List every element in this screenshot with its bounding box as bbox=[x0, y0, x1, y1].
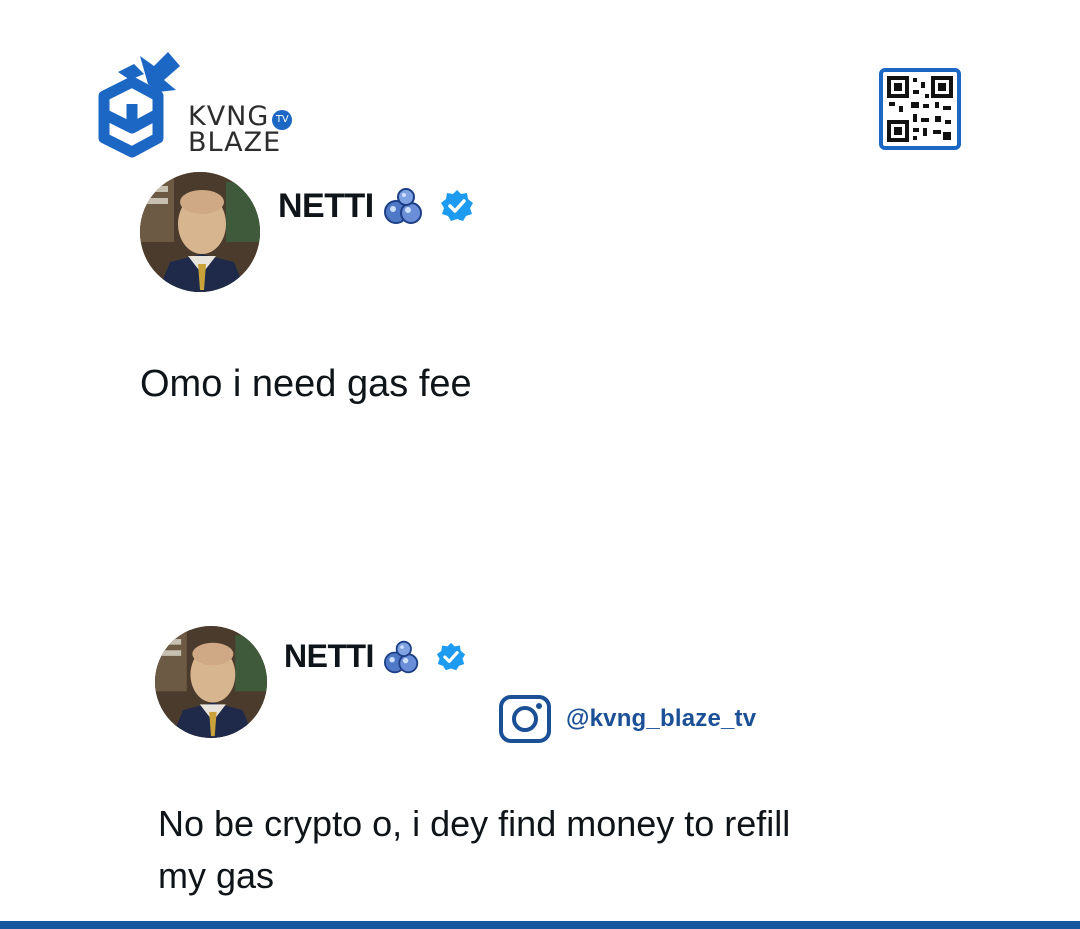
qr-code-icon[interactable] bbox=[879, 68, 961, 150]
verified-icon bbox=[436, 642, 466, 670]
avatar[interactable] bbox=[155, 626, 267, 738]
bottom-accent-bar bbox=[0, 921, 1080, 929]
brand-wordmark: KVNG TV BLAZE bbox=[188, 103, 293, 158]
avatar-image bbox=[140, 172, 260, 292]
avatar-image bbox=[155, 626, 267, 738]
instagram-handle-text: @kvng_blaze_tv bbox=[566, 705, 757, 732]
avatar[interactable] bbox=[140, 172, 260, 292]
instagram-handle[interactable]: @kvng_blaze_tv bbox=[498, 694, 756, 744]
author-line: NETTI bbox=[278, 186, 474, 226]
verified-icon bbox=[440, 190, 473, 221]
tweet-text: Omo i need gas fee bbox=[140, 363, 472, 405]
instagram-icon bbox=[499, 695, 551, 743]
author-line: NETTI bbox=[284, 638, 466, 675]
screenshot-canvas: KVNG TV BLAZE NETTI Omo i need gas fee N… bbox=[0, 0, 1080, 929]
qr-pattern bbox=[887, 76, 953, 142]
bubbles-icon bbox=[383, 188, 422, 224]
kvng-blaze-logo-icon bbox=[98, 52, 180, 158]
brand-name-line2: BLAZE bbox=[188, 127, 282, 158]
author-name[interactable]: NETTI bbox=[278, 187, 374, 226]
author-name[interactable]: NETTI bbox=[284, 638, 374, 675]
bubbles-icon bbox=[383, 640, 419, 673]
tweet-text: No be crypto o, i dey find money to refi… bbox=[158, 803, 791, 896]
